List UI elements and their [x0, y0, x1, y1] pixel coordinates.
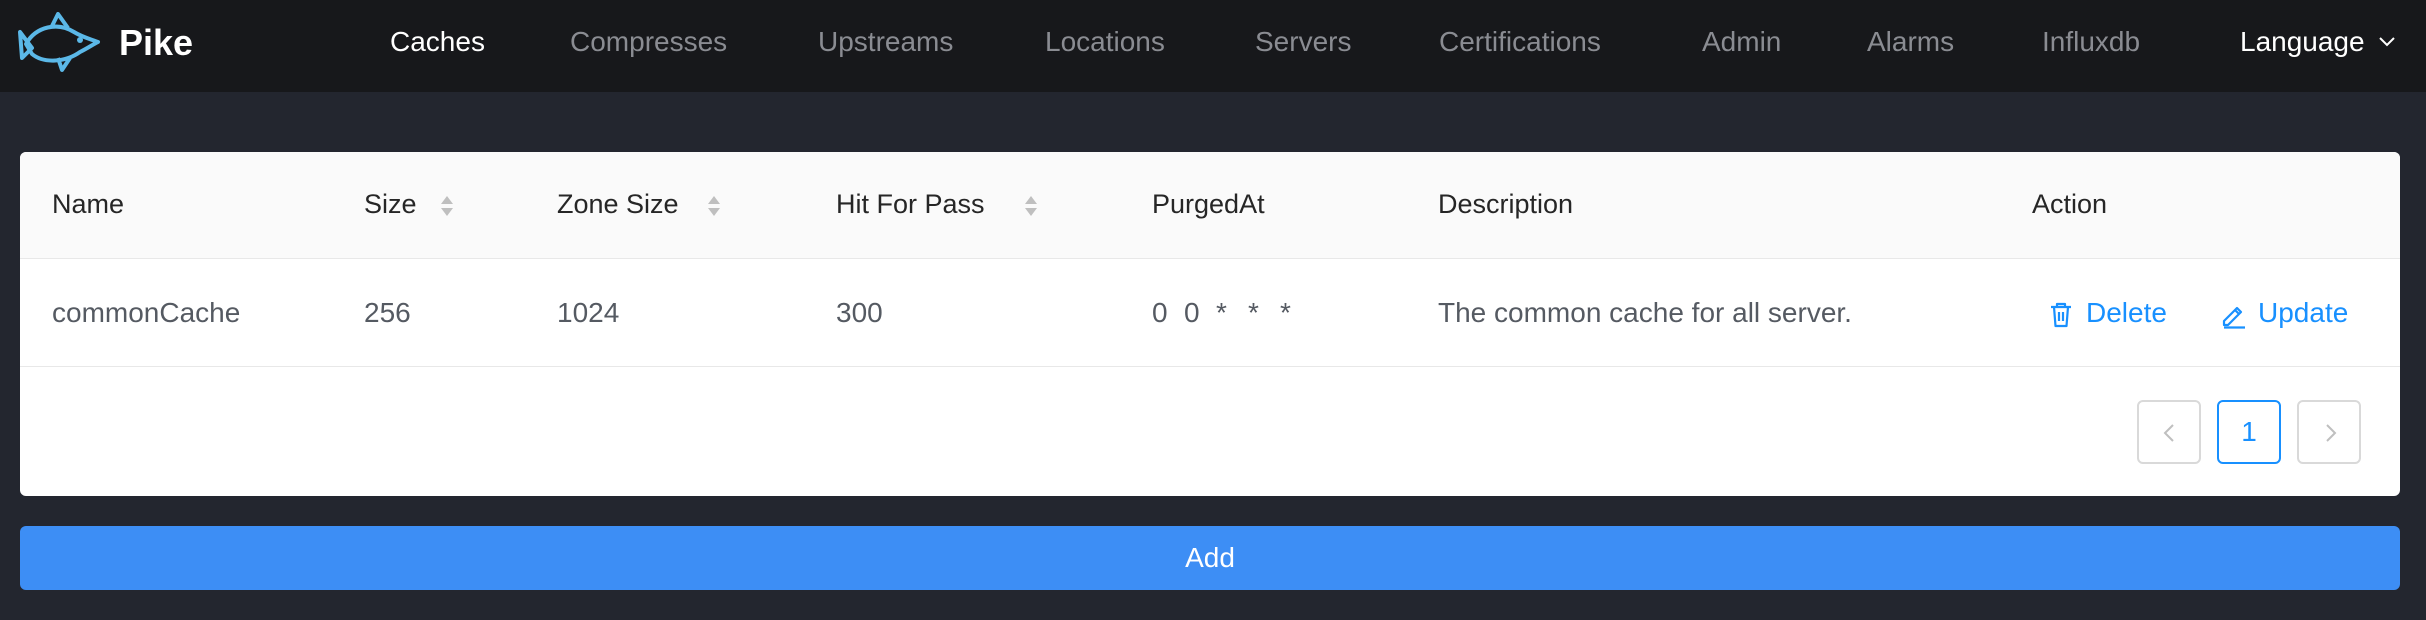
column-header-action: Action [2032, 189, 2108, 219]
cron-field: * [1248, 297, 1259, 328]
cell-size: 256 [364, 297, 411, 328]
add-button[interactable]: Add [20, 526, 2400, 590]
column-header-description: Description [1438, 189, 1574, 219]
cron-field: * [1280, 297, 1291, 328]
nav-item-influxdb[interactable]: Influxdb [2042, 24, 2140, 60]
nav-item-admin[interactable]: Admin [1702, 24, 1781, 60]
pike-fish-logo-icon [18, 12, 100, 72]
nav-item-certifications[interactable]: Certifications [1439, 24, 1601, 60]
cell-name: commonCache [52, 297, 241, 328]
sort-icon[interactable] [439, 194, 455, 218]
pagination-page-1[interactable]: 1 [2217, 400, 2281, 464]
nav-item-upstreams[interactable]: Upstreams [818, 24, 953, 60]
update-label: Update [2258, 297, 2349, 328]
nav-item-servers[interactable]: Servers [1255, 24, 1351, 60]
cell-purged-at: 0 0 * * * [1152, 295, 1312, 331]
chevron-left-icon [2163, 424, 2174, 442]
app-brand-name[interactable]: Pike [119, 21, 193, 65]
nav-item-caches[interactable]: Caches [390, 24, 485, 60]
cron-field: 0 [1152, 297, 1168, 328]
cell-zone-size: 1024 [557, 297, 620, 328]
column-header-name: Name [52, 189, 125, 219]
nav-item-locations[interactable]: Locations [1045, 24, 1165, 60]
trash-icon [2051, 302, 2071, 328]
pagination-next-button[interactable] [2297, 400, 2361, 464]
language-label: Language [2240, 26, 2365, 57]
column-header-zone-size[interactable]: Zone Size [557, 186, 679, 222]
cell-description: The common cache for all server. [1438, 297, 1852, 328]
sort-icon[interactable] [1023, 194, 1039, 218]
table-row: commonCache 256 1024 300 0 0 * * * The commo… [20, 259, 2400, 367]
delete-label: Delete [2086, 297, 2167, 328]
nav-item-compresses[interactable]: Compresses [570, 24, 727, 60]
cron-field: 0 [1184, 297, 1200, 328]
top-navigation-bar: Pike Caches Compresses Upstreams Locatio… [0, 0, 2426, 92]
chevron-down-icon [2379, 37, 2395, 47]
column-header-purged-at: PurgedAt [1152, 189, 1265, 219]
nav-item-alarms[interactable]: Alarms [1867, 24, 1954, 60]
caches-table-card: Name Size Zone Size Hit For Pass PurgedA… [20, 152, 2400, 496]
language-dropdown[interactable]: Language [2240, 24, 2395, 60]
column-header-hit-for-pass[interactable]: Hit For Pass [836, 186, 985, 222]
column-header-size[interactable]: Size [364, 186, 417, 222]
cell-hit-for-pass: 300 [836, 297, 883, 328]
chevron-right-icon [2326, 424, 2337, 442]
sort-icon[interactable] [706, 194, 722, 218]
pagination-prev-button[interactable] [2137, 400, 2201, 464]
table-header: Name Size Zone Size Hit For Pass PurgedA… [20, 152, 2400, 259]
edit-pencil-icon [2222, 306, 2245, 329]
cron-field: * [1216, 297, 1227, 328]
